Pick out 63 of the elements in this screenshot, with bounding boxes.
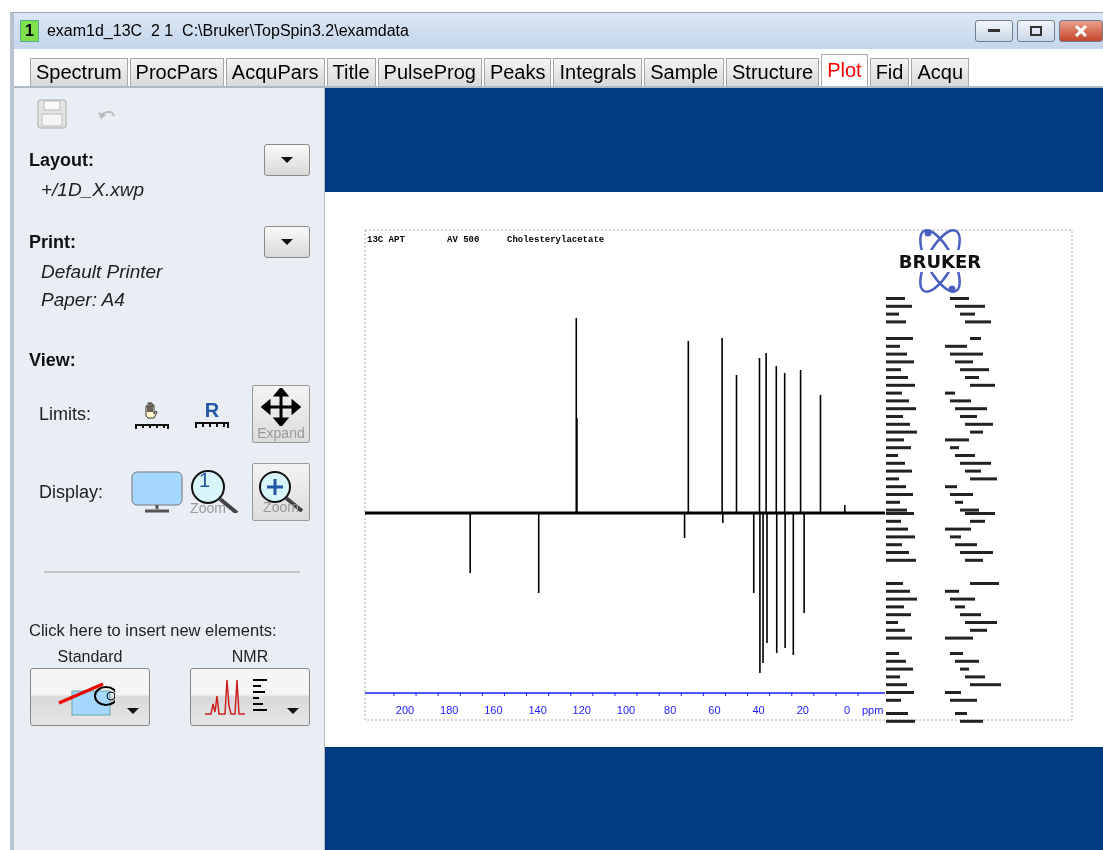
- display-label: Display:: [39, 481, 105, 503]
- insert-label: Standard: [57, 648, 123, 666]
- dropdown-button[interactable]: [264, 144, 310, 176]
- axis-tick-label: 40: [752, 704, 765, 716]
- tab[interactable]: Spectrum: [30, 58, 128, 86]
- zoom-reset-button[interactable]: 1 Zoom: [189, 469, 241, 515]
- caret-icon: [287, 708, 299, 714]
- close-icon: [1075, 25, 1087, 37]
- printer-info: Default Printer: [40, 260, 164, 284]
- magnifier-icon: [189, 469, 241, 513]
- section-label: Layout:: [29, 149, 94, 171]
- tab[interactable]: Acqu: [911, 58, 970, 86]
- maximize-button[interactable]: [1017, 20, 1055, 42]
- maximize-icon: [1030, 26, 1042, 36]
- axis-tick-label: 180: [440, 704, 459, 716]
- plot-title: 13C APT: [367, 235, 405, 245]
- layout-file: +/1D_X.xwp: [40, 178, 145, 202]
- move-arrows-icon: [261, 388, 301, 426]
- minimize-icon: [988, 29, 1000, 33]
- zoom-level-text: 1: [199, 469, 211, 492]
- axis-tick-label: 160: [484, 704, 503, 716]
- window-number-badge: 1: [20, 20, 39, 42]
- axis-tick-label: 200: [395, 704, 415, 716]
- axis-tick-label: 100: [616, 704, 636, 716]
- caret-icon: [281, 239, 293, 245]
- minimize-button[interactable]: [975, 20, 1013, 42]
- section-label: View:: [29, 350, 76, 371]
- ruler-icon: [193, 421, 231, 429]
- axis-unit-label: ppm: [862, 704, 884, 716]
- axis-tick-label: 80: [664, 704, 677, 716]
- monitor-icon[interactable]: [131, 471, 183, 513]
- tab[interactable]: ProcPars: [129, 58, 224, 86]
- caret-icon: [127, 708, 139, 714]
- tab[interactable]: PulseProg: [377, 58, 482, 86]
- tab[interactable]: AcquPars: [225, 58, 325, 86]
- tab[interactable]: Title: [326, 58, 376, 86]
- tab[interactable]: Structure: [726, 58, 820, 86]
- plot-title: Cholesterylacetate: [507, 235, 605, 245]
- tab[interactable]: Integrals: [553, 58, 643, 86]
- insert-element-button[interactable]: [30, 668, 150, 726]
- tab[interactable]: Plot: [821, 54, 868, 86]
- section-label: Print:: [29, 231, 76, 253]
- printer-info: Paper: A4: [40, 288, 126, 312]
- insert-element-button[interactable]: [190, 668, 310, 726]
- plot-title: AV 500: [447, 235, 480, 245]
- tab[interactable]: Sample: [644, 58, 724, 86]
- caret-icon: [281, 157, 293, 163]
- logo-text: BRUKER: [898, 251, 982, 272]
- limits-label: Limits:: [39, 403, 92, 425]
- close-button[interactable]: [1059, 20, 1103, 42]
- limits-caption[interactable]: R: [204, 399, 220, 421]
- axis-tick-label: 120: [572, 704, 591, 716]
- window-title: exam1d_13C 2 1 C:\Bruker\TopSpin3.2\examdata: [46, 22, 409, 40]
- insert-prompt: Click here to insert new elements:: [29, 621, 278, 640]
- axis-tick-label: 20: [796, 704, 809, 716]
- zoom-in-icon: [256, 470, 306, 512]
- tab[interactable]: Fid: [869, 58, 910, 86]
- tab[interactable]: Peaks: [483, 58, 552, 86]
- axis-tick-label: 140: [528, 704, 547, 716]
- insert-label: NMR: [231, 648, 269, 666]
- axis-tick-label: 60: [708, 704, 721, 716]
- axis-tick-label: 0: [843, 704, 851, 716]
- dropdown-button[interactable]: [264, 226, 310, 258]
